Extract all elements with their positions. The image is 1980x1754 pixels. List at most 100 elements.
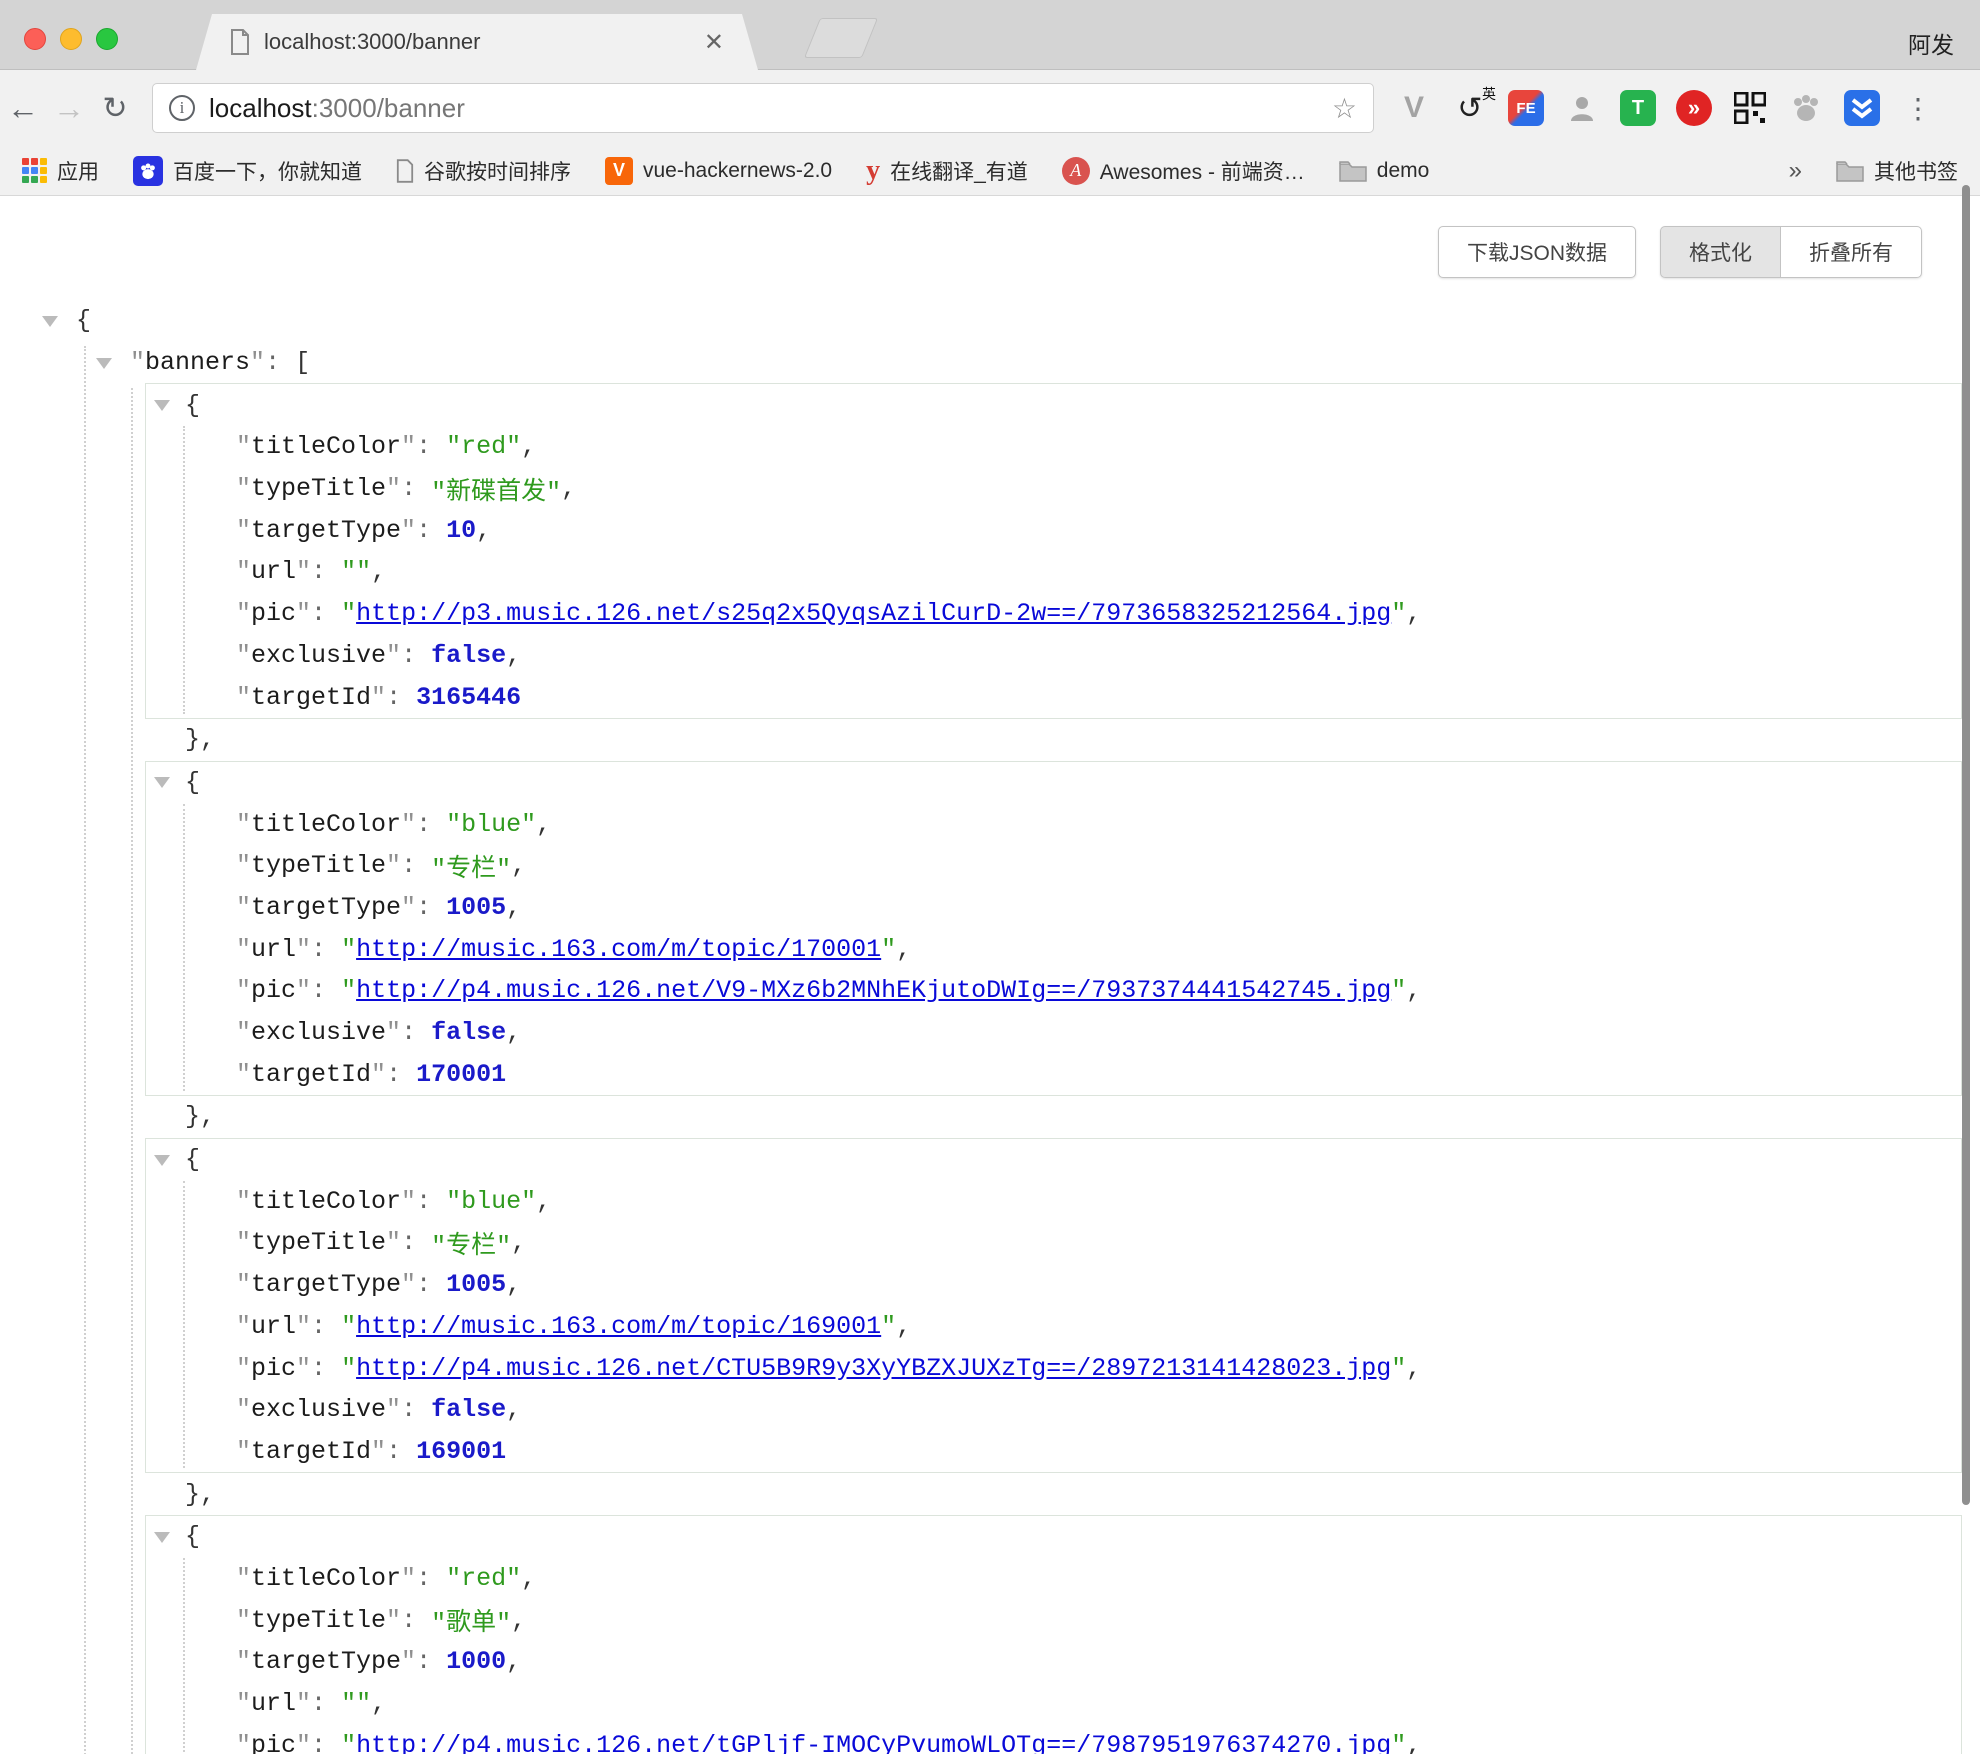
- json-token: ": [236, 1606, 251, 1635]
- json-token: ": [341, 599, 356, 628]
- format-button[interactable]: 格式化: [1660, 226, 1780, 278]
- json-token: ": [386, 1018, 401, 1047]
- fehelper-extension-icon[interactable]: FE: [1508, 90, 1544, 126]
- json-token: ": [371, 1060, 386, 1089]
- browser-tab[interactable]: localhost:3000/banner ✕: [196, 14, 758, 70]
- json-string: "blue": [446, 810, 536, 839]
- collapse-triangle-icon[interactable]: [96, 358, 112, 369]
- format-button-group: 格式化 折叠所有: [1660, 226, 1922, 278]
- json-token: ": [236, 1187, 251, 1216]
- bookmark-apps[interactable]: 应用: [22, 156, 99, 186]
- json-line: {: [146, 384, 1961, 426]
- json-key: url: [251, 1689, 296, 1718]
- collapse-triangle-icon[interactable]: [154, 400, 170, 411]
- minimize-window-button[interactable]: [60, 28, 82, 50]
- json-brace: {: [185, 391, 200, 420]
- info-icon[interactable]: i: [169, 95, 195, 121]
- back-button[interactable]: ←: [0, 90, 46, 127]
- json-key: typeTitle: [251, 1228, 386, 1257]
- collapse-triangle-icon[interactable]: [154, 777, 170, 788]
- bookmark-other-folder[interactable]: 其他书签: [1836, 156, 1958, 186]
- paw-extension-icon[interactable]: [1788, 90, 1824, 126]
- json-token: :: [401, 1228, 431, 1257]
- download-json-button[interactable]: 下载JSON数据: [1438, 226, 1636, 278]
- proxy-person-extension-icon[interactable]: [1564, 90, 1600, 126]
- json-token: ": [250, 348, 265, 377]
- bookmark-vue-hackernews[interactable]: V vue-hackernews-2.0: [605, 157, 832, 185]
- folder-icon: [1339, 160, 1367, 182]
- collapse-triangle-icon[interactable]: [42, 316, 58, 327]
- bookmark-google-sort[interactable]: 谷歌按时间排序: [396, 156, 571, 186]
- chrome-menu-icon[interactable]: ⋮: [1900, 90, 1936, 126]
- reload-button[interactable]: ↻: [92, 91, 138, 126]
- url-path: :3000/banner: [312, 93, 465, 123]
- json-token: ": [296, 1312, 311, 1341]
- json-link[interactable]: http://p4.music.126.net/tGPljf-IMOCyPvum…: [356, 1731, 1391, 1754]
- json-line: "typeTitle": "新碟首发",: [146, 468, 1961, 510]
- json-line: "targetType": 10,: [146, 509, 1961, 551]
- json-token: ,: [536, 1187, 551, 1216]
- json-token: ,: [371, 557, 386, 586]
- bookmark-awesomes[interactable]: A Awesomes - 前端资…: [1062, 156, 1305, 186]
- json-string: "专栏": [431, 1225, 511, 1261]
- json-number: 170001: [416, 1060, 506, 1089]
- scrollbar[interactable]: [1962, 185, 1970, 1505]
- json-token: ": [401, 1187, 416, 1216]
- json-token: ": [296, 599, 311, 628]
- json-brace: },: [185, 1480, 215, 1509]
- json-line: "targetType": 1005,: [146, 887, 1961, 929]
- json-token: ": [236, 1270, 251, 1299]
- qr-code-extension-icon[interactable]: [1732, 90, 1768, 126]
- json-token: :: [416, 893, 446, 922]
- json-token: ": [296, 935, 311, 964]
- download-manager-extension-icon[interactable]: [1844, 90, 1880, 126]
- json-link[interactable]: http://p4.music.126.net/V9-MXz6b2MNhEKju…: [356, 976, 1391, 1005]
- bookmarks-overflow-chevron[interactable]: »: [1789, 157, 1802, 185]
- json-token: ,: [561, 474, 576, 503]
- json-empty-string: "": [341, 557, 371, 586]
- json-string: "专栏": [431, 848, 511, 884]
- address-bar[interactable]: i localhost:3000/banner ☆: [152, 83, 1374, 133]
- bookmark-demo-folder[interactable]: demo: [1339, 159, 1430, 183]
- json-token: ": [296, 976, 311, 1005]
- json-token: ,: [1406, 976, 1421, 1005]
- video-speed-extension-icon[interactable]: »: [1676, 90, 1712, 126]
- json-object-box: {"titleColor": "red","typeTitle": "新碟首发"…: [145, 383, 1962, 719]
- collapse-triangle-icon[interactable]: [154, 1532, 170, 1543]
- bookmark-star-icon[interactable]: ☆: [1332, 92, 1357, 125]
- tampermonkey-extension-icon[interactable]: T: [1620, 90, 1656, 126]
- collapse-triangle-icon[interactable]: [154, 1155, 170, 1166]
- json-token: ,: [536, 810, 551, 839]
- json-line: "typeTitle": "专栏",: [146, 1222, 1961, 1264]
- json-link[interactable]: http://music.163.com/m/topic/170001: [356, 935, 881, 964]
- json-key: targetType: [251, 893, 401, 922]
- toolbar: ← → ↻ i localhost:3000/banner ☆ V ↺英 FE …: [0, 70, 1980, 146]
- json-key: titleColor: [251, 810, 401, 839]
- profile-name[interactable]: 阿发: [1908, 26, 1954, 60]
- awesomes-icon: A: [1062, 157, 1090, 185]
- json-line: },: [0, 1096, 1980, 1138]
- bookmark-baidu[interactable]: 百度一下，你就知道: [133, 156, 362, 186]
- new-tab-button[interactable]: [804, 18, 878, 58]
- json-token: :: [401, 851, 431, 880]
- json-link[interactable]: http://p4.music.126.net/CTU5B9R9y3XyYBZX…: [356, 1354, 1391, 1383]
- json-number: 1000: [446, 1647, 506, 1676]
- close-window-button[interactable]: [24, 28, 46, 50]
- vimium-extension-icon[interactable]: V: [1396, 90, 1432, 126]
- json-string: "新碟首发": [431, 471, 561, 507]
- bookmark-youdao[interactable]: y 在线翻译_有道: [866, 155, 1028, 187]
- json-line: "targetId": 3165446: [146, 676, 1961, 718]
- tab-close-icon[interactable]: ✕: [704, 28, 724, 57]
- url-text[interactable]: localhost:3000/banner: [209, 93, 1332, 124]
- translate-extension-icon[interactable]: ↺英: [1452, 90, 1488, 126]
- json-token: ,: [506, 1018, 521, 1047]
- json-link[interactable]: http://p3.music.126.net/s25q2x5QyqsAzilC…: [356, 599, 1391, 628]
- json-token: ": [401, 432, 416, 461]
- fullscreen-window-button[interactable]: [96, 28, 118, 50]
- json-line: "url": "",: [146, 1683, 1961, 1725]
- json-line: "pic": "http://p3.music.126.net/s25q2x5Q…: [146, 593, 1961, 635]
- collapse-all-button[interactable]: 折叠所有: [1780, 226, 1922, 278]
- json-key: url: [251, 935, 296, 964]
- json-bracket: [: [295, 348, 310, 377]
- json-link[interactable]: http://music.163.com/m/topic/169001: [356, 1312, 881, 1341]
